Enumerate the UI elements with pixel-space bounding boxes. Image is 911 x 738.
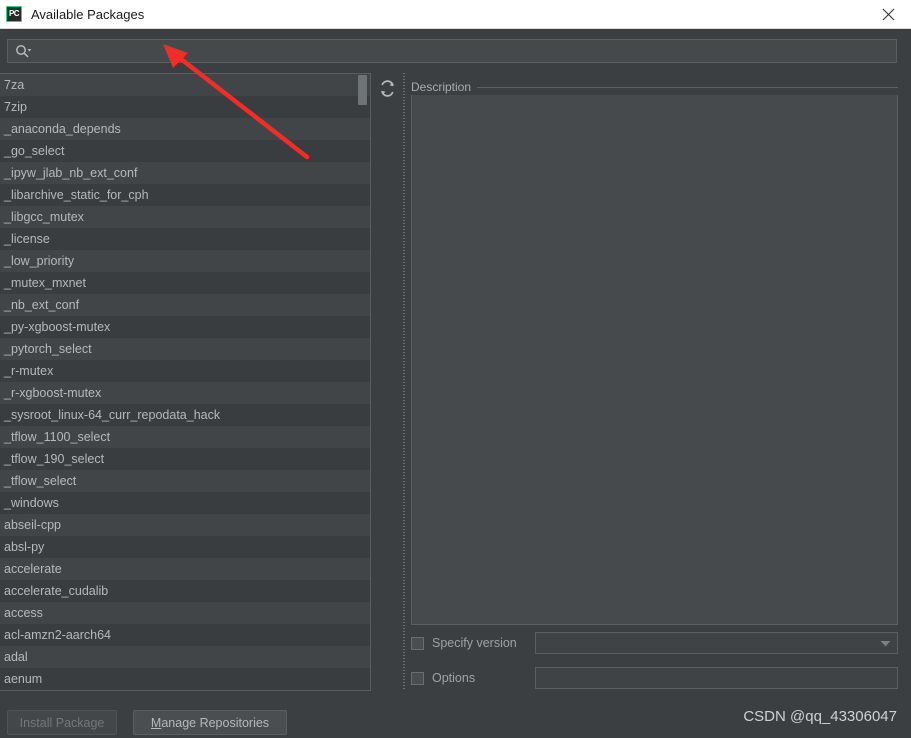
search-icon [15, 44, 32, 58]
package-list-item[interactable]: _nb_ext_conf [0, 294, 370, 316]
available-packages-list[interactable]: 7za 7zip _anaconda_depends _go_select _ipyw_… [0, 73, 371, 691]
package-list-item[interactable]: _low_priority [0, 250, 370, 272]
specify-version-row: Specify version [411, 632, 898, 654]
description-box[interactable] [411, 95, 898, 625]
window-title: Available Packages [31, 6, 145, 22]
options-row: Options [411, 667, 898, 689]
description-legend: Description [411, 79, 898, 95]
title-bar: PC Available Packages [0, 0, 911, 29]
package-list-item[interactable]: _tflow_190_select [0, 448, 370, 470]
manage-repositories-label: anage Repositories [161, 715, 270, 730]
search-input[interactable] [32, 41, 896, 61]
version-combobox[interactable] [535, 632, 898, 654]
package-list-item[interactable]: absl-py [0, 536, 370, 558]
package-list-item[interactable]: aenum [0, 668, 370, 690]
close-button[interactable] [866, 1, 911, 28]
package-list-item[interactable]: adal [0, 646, 370, 668]
package-list-item[interactable]: 7za [0, 74, 370, 96]
package-list-item[interactable]: _tflow_select [0, 470, 370, 492]
pycharm-icon: PC [6, 6, 22, 22]
package-list-item[interactable]: accelerate [0, 558, 370, 580]
package-list-body: 7za 7zip _anaconda_depends _go_select _ipyw_… [0, 74, 370, 690]
package-list-item[interactable]: _libarchive_static_for_cph [0, 184, 370, 206]
specify-version-checkbox[interactable] [411, 636, 424, 650]
package-list-item[interactable]: _sysroot_linux-64_curr_repodata_hack [0, 404, 370, 426]
package-list-item[interactable]: _windows [0, 492, 370, 514]
package-list-item[interactable]: _py-xgboost-mutex [0, 316, 370, 338]
description-legend-rule [477, 86, 898, 88]
package-list-item[interactable]: accelerate_cudalib [0, 580, 370, 602]
package-list-item[interactable]: abseil-cpp [0, 514, 370, 536]
package-list-item[interactable]: acl-amzn2-aarch64 [0, 624, 370, 646]
chevron-down-icon [880, 640, 891, 646]
package-list-item[interactable]: _tflow_1100_select [0, 426, 370, 448]
package-list-scrollbar[interactable] [357, 73, 369, 691]
options-checkbox[interactable] [411, 671, 424, 685]
package-list-item[interactable]: _mutex_mxnet [0, 272, 370, 294]
description-group: Description [411, 79, 898, 625]
package-list-item[interactable]: _license [0, 228, 370, 250]
package-list-item[interactable]: _anaconda_depends [0, 118, 370, 140]
package-list-item[interactable]: access [0, 602, 370, 624]
close-icon [882, 8, 895, 20]
refresh-icon [380, 79, 394, 97]
search-field[interactable] [7, 39, 897, 63]
install-package-button[interactable]: Install Package [7, 710, 117, 735]
watermark: CSDN @qq_43306047 [743, 708, 897, 725]
package-list-scrollbar-thumb[interactable] [358, 75, 367, 105]
package-list-item[interactable]: 7zip [0, 96, 370, 118]
available-packages-dialog: PC Available Packages 7za 7zip _anaconda_d… [0, 0, 911, 738]
manage-repositories-button[interactable]: Manage Repositories [133, 710, 287, 735]
options-input[interactable] [535, 667, 898, 689]
package-list-item[interactable]: _pytorch_select [0, 338, 370, 360]
specify-version-label: Specify version [432, 636, 517, 650]
panel-splitter[interactable] [402, 73, 407, 691]
options-label: Options [432, 671, 476, 685]
package-list-item[interactable]: _go_select [0, 140, 370, 162]
refresh-button[interactable] [375, 76, 399, 100]
package-list-item[interactable]: _r-mutex [0, 360, 370, 382]
description-text [412, 95, 897, 624]
package-list-item[interactable]: _ipyw_jlab_nb_ext_conf [0, 162, 370, 184]
manage-repositories-mnemonic: M [150, 715, 162, 730]
package-list-item[interactable]: _r-xgboost-mutex [0, 382, 370, 404]
description-label: Description [411, 80, 472, 94]
package-list-item[interactable]: _libgcc_mutex [0, 206, 370, 228]
